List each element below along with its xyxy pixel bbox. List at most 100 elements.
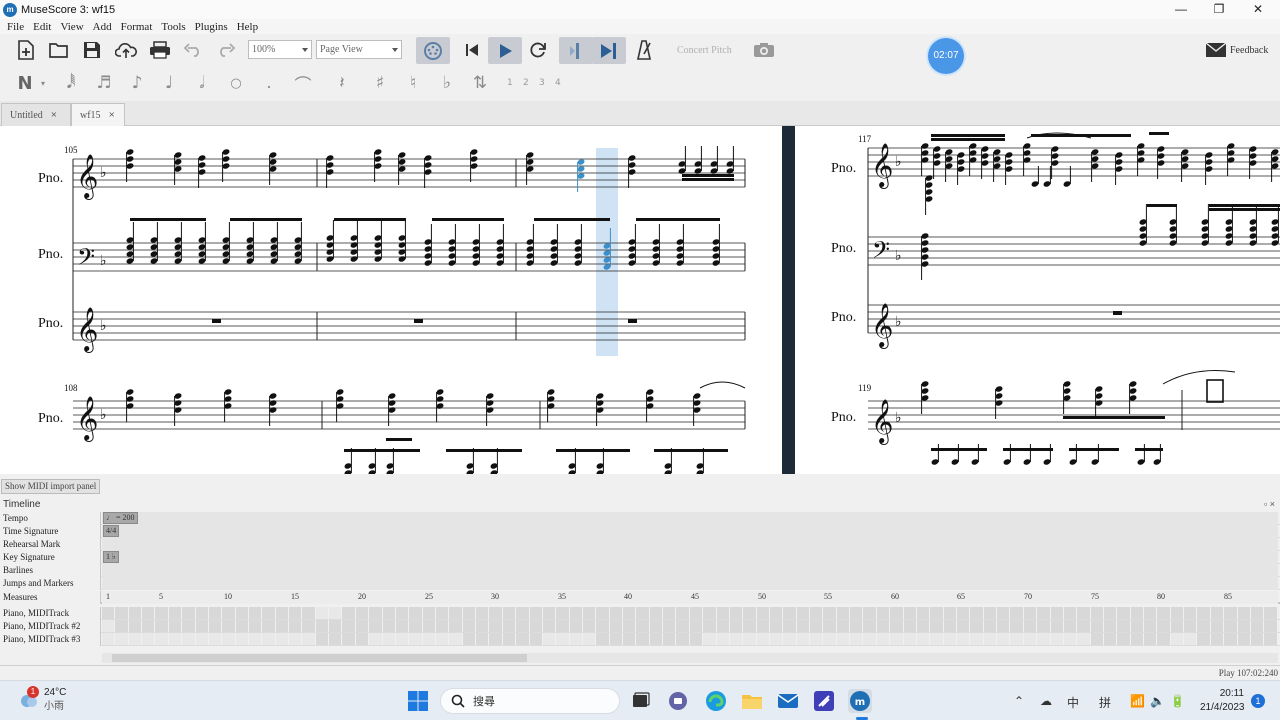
- close-icon[interactable]: ×: [109, 109, 115, 121]
- measure-cell[interactable]: [275, 633, 289, 645]
- measure-cell[interactable]: [395, 607, 409, 619]
- measure-cell[interactable]: [422, 620, 435, 632]
- measure-cell[interactable]: [542, 620, 556, 632]
- measure-cell[interactable]: [302, 620, 315, 632]
- measure-cell[interactable]: [476, 620, 489, 632]
- measure-cell[interactable]: [1250, 633, 1264, 645]
- measure-cell[interactable]: [502, 620, 516, 632]
- measure-cell[interactable]: [743, 633, 756, 645]
- measure-cell[interactable]: [128, 633, 142, 645]
- measure-cell[interactable]: [422, 607, 435, 619]
- measure-cell[interactable]: [1224, 633, 1237, 645]
- sixty-fourth-note-icon[interactable]: 𝅘𝅥𝅱: [60, 72, 82, 94]
- measure-cell[interactable]: [262, 607, 275, 619]
- measure-cell[interactable]: [569, 607, 582, 619]
- measure-cell[interactable]: [1050, 620, 1063, 632]
- measure-cell[interactable]: [369, 607, 382, 619]
- eighth-note-icon[interactable]: ♪: [126, 72, 148, 94]
- volume-icon[interactable]: 🔈: [1150, 694, 1165, 708]
- measure-cell[interactable]: [462, 620, 476, 632]
- score-page-left[interactable]: 𝄞 ♭ 𝄢 ♭ 𝄞 ♭ 𝄞 ♭ 105 108 Pno. Pno. Pno. Pno.: [0, 126, 782, 474]
- measure-cell[interactable]: [1197, 633, 1210, 645]
- measure-cell[interactable]: [970, 620, 983, 632]
- voice-4-button[interactable]: 4: [555, 78, 561, 88]
- measure-cell[interactable]: [329, 620, 342, 632]
- view-mode-select[interactable]: Page View: [316, 40, 402, 59]
- measure-cell[interactable]: [449, 607, 462, 619]
- score-page-right[interactable]: 𝄞 ♭ 𝄢 ♭ 𝄞 ♭ 𝄞 ♭ 117 119 Pno. Pno. Pno. Pno.: [795, 126, 1280, 474]
- taskbar-search-box[interactable]: 搜尋: [440, 688, 620, 714]
- measure-cell[interactable]: [810, 620, 823, 632]
- loop-icon[interactable]: [526, 39, 550, 61]
- minimize-button[interactable]: —: [1161, 0, 1201, 19]
- natural-icon[interactable]: ♮: [402, 72, 424, 94]
- measure-cell[interactable]: [382, 633, 395, 645]
- measure-cell[interactable]: [422, 633, 435, 645]
- measure-cell[interactable]: [142, 633, 155, 645]
- measure-cell[interactable]: [903, 607, 916, 619]
- measure-cell[interactable]: [409, 607, 422, 619]
- measure-cell[interactable]: [916, 633, 930, 645]
- augmentation-dot-icon[interactable]: .: [258, 72, 280, 94]
- measure-cell[interactable]: [155, 620, 168, 632]
- measure-cell[interactable]: [449, 620, 462, 632]
- note-input-mode-icon[interactable]: N: [14, 72, 36, 94]
- zoom-select[interactable]: 100%: [248, 40, 312, 59]
- measure-cell[interactable]: [315, 607, 329, 619]
- measure-cell[interactable]: [796, 620, 810, 632]
- measure-cell[interactable]: [810, 607, 823, 619]
- loop-out-toggle[interactable]: [592, 37, 626, 64]
- measure-cell[interactable]: [609, 607, 623, 619]
- measure-cell[interactable]: [489, 633, 502, 645]
- measure-cell[interactable]: [836, 620, 850, 632]
- measure-cell[interactable]: [115, 633, 128, 645]
- concert-pitch-button[interactable]: Concert Pitch: [677, 45, 732, 56]
- flip-direction-icon[interactable]: ⇅: [469, 72, 491, 94]
- rewind-icon[interactable]: [461, 39, 483, 61]
- measure-cell[interactable]: [729, 607, 743, 619]
- measure-cell[interactable]: [1264, 633, 1277, 645]
- measure-cell[interactable]: [729, 620, 743, 632]
- measure-cell[interactable]: [1117, 620, 1130, 632]
- measure-cell[interactable]: [1023, 633, 1037, 645]
- measure-cell[interactable]: [529, 620, 542, 632]
- tab-wf15[interactable]: wf15 ×: [71, 103, 125, 126]
- measure-cell[interactable]: [409, 633, 422, 645]
- measure-cell[interactable]: [102, 607, 115, 619]
- measure-cell[interactable]: [876, 620, 890, 632]
- measure-cell[interactable]: [449, 633, 462, 645]
- measure-cell[interactable]: [957, 620, 970, 632]
- voice-2-button[interactable]: 2: [523, 78, 529, 88]
- menu-format[interactable]: Format: [121, 21, 153, 33]
- metronome-icon[interactable]: [633, 39, 655, 61]
- measure-cell[interactable]: [916, 607, 930, 619]
- measure-cell[interactable]: [943, 620, 956, 632]
- measure-cell[interactable]: [582, 633, 596, 645]
- measure-cell[interactable]: [342, 620, 355, 632]
- measure-cell[interactable]: [168, 633, 182, 645]
- measure-cell[interactable]: [1117, 633, 1130, 645]
- measure-cell[interactable]: [195, 633, 208, 645]
- measure-cell[interactable]: [1023, 620, 1037, 632]
- measure-cell[interactable]: [208, 607, 222, 619]
- measure-cell[interactable]: [262, 633, 275, 645]
- measure-cell[interactable]: [1063, 607, 1077, 619]
- measure-cell[interactable]: [208, 620, 222, 632]
- measure-cell[interactable]: [569, 620, 582, 632]
- measure-cell[interactable]: [516, 607, 529, 619]
- key-signature-marker[interactable]: 1 ♭: [103, 551, 119, 563]
- measure-cell[interactable]: [823, 633, 836, 645]
- measure-cell[interactable]: [489, 607, 502, 619]
- measure-cell[interactable]: [1037, 633, 1050, 645]
- measure-cell[interactable]: [556, 620, 569, 632]
- measure-cell[interactable]: [289, 607, 302, 619]
- measure-cell[interactable]: [182, 633, 195, 645]
- timeline-row-body[interactable]: 1 ♭: [102, 551, 1278, 564]
- open-folder-icon[interactable]: [48, 39, 70, 61]
- print-icon[interactable]: [148, 39, 172, 61]
- measure-cell[interactable]: [435, 620, 449, 632]
- measure-cell[interactable]: [783, 607, 796, 619]
- ime-pinyin-indicator[interactable]: 拼: [1099, 694, 1111, 711]
- measure-cell[interactable]: [369, 620, 382, 632]
- measure-cell[interactable]: [342, 633, 355, 645]
